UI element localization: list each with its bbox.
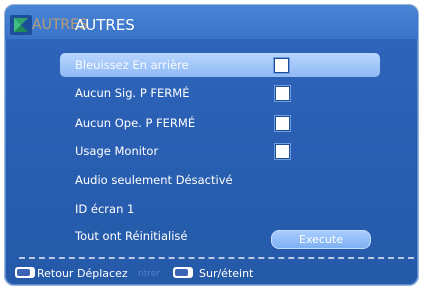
no-signal-power-off-checkbox[interactable] xyxy=(275,86,290,101)
menu-key-icon xyxy=(15,267,35,278)
menu-item-label: Aucun Ope. P FERMÉ xyxy=(75,116,196,130)
menu-item-audio-only[interactable]: Audio seulement Désactivé xyxy=(65,168,377,192)
back-hint: Retour xyxy=(37,267,74,280)
menu-item-label: Audio seulement Désactivé xyxy=(75,173,233,187)
blue-background-checkbox[interactable] xyxy=(274,58,289,73)
divider xyxy=(19,257,414,259)
no-operation-power-off-checkbox[interactable] xyxy=(275,116,290,131)
menu-item-label: Usage Monitor xyxy=(75,144,159,158)
menu-item-label: ID écran 1 xyxy=(75,202,135,216)
menu-item-label: Bleuissez En arrière xyxy=(75,58,189,72)
menu-item-label: Aucun Sig. P FERMÉ xyxy=(75,86,190,100)
execute-button[interactable]: Execute xyxy=(271,230,371,249)
menu-item-blue-background[interactable]: Bleuissez En arrière xyxy=(60,53,380,77)
page-title: AUTRES xyxy=(75,16,135,34)
enter-ghost-hint: ntrer xyxy=(138,269,160,279)
settings-menu-icon xyxy=(10,15,32,35)
title-bar: AUTRES AUTRES xyxy=(5,5,418,39)
menu-item-usage-monitor[interactable]: Usage Monitor xyxy=(65,139,377,163)
power-hint: Sur/éteint xyxy=(199,267,254,280)
footer-hint-bar: Retour Déplacez ntrer Sur/éteint xyxy=(5,263,418,285)
osd-menu-panel: AUTRES AUTRES Bleuissez En arrière Aucun… xyxy=(4,4,419,286)
menu-item-screen-id[interactable]: ID écran 1 xyxy=(65,197,377,221)
usage-monitor-checkbox[interactable] xyxy=(275,144,290,159)
menu-item-label: Tout ont Réinitialisé xyxy=(75,229,188,243)
power-key-icon xyxy=(173,267,193,278)
move-hint: Déplacez xyxy=(77,267,128,280)
menu-item-no-operation-power-off[interactable]: Aucun Ope. P FERMÉ xyxy=(65,111,377,135)
menu-item-no-signal-power-off[interactable]: Aucun Sig. P FERMÉ xyxy=(65,81,377,105)
